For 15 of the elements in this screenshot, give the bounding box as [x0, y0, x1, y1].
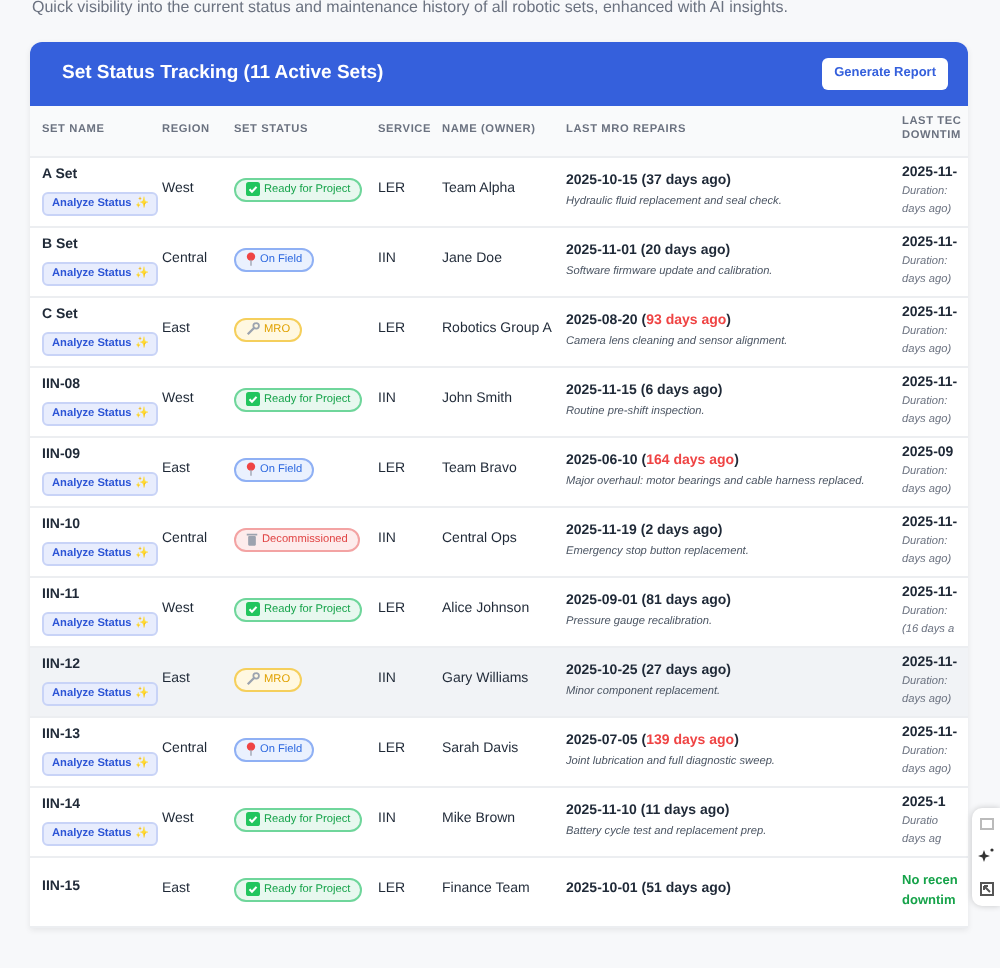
checkbox-icon	[246, 812, 260, 826]
checkbox-icon	[246, 182, 260, 196]
checkbox-icon	[246, 602, 260, 616]
trash-icon	[246, 532, 258, 546]
checkbox-icon	[246, 882, 260, 896]
page-subtitle: Quick visibility into the current status and maintenance history of all robotic sets, enhanced with AI insights.	[30, 0, 790, 18]
pin-icon	[246, 742, 256, 756]
wrench-icon	[246, 322, 260, 336]
card-title: Set Status Tracking (11 Active Sets)	[62, 62, 384, 86]
expand-icon[interactable]	[979, 882, 993, 896]
pin-icon	[246, 462, 256, 476]
sparkle-icon[interactable]	[978, 848, 994, 864]
wrench-icon	[246, 672, 260, 686]
pin-icon	[246, 252, 256, 266]
checkbox-icon	[246, 392, 260, 406]
